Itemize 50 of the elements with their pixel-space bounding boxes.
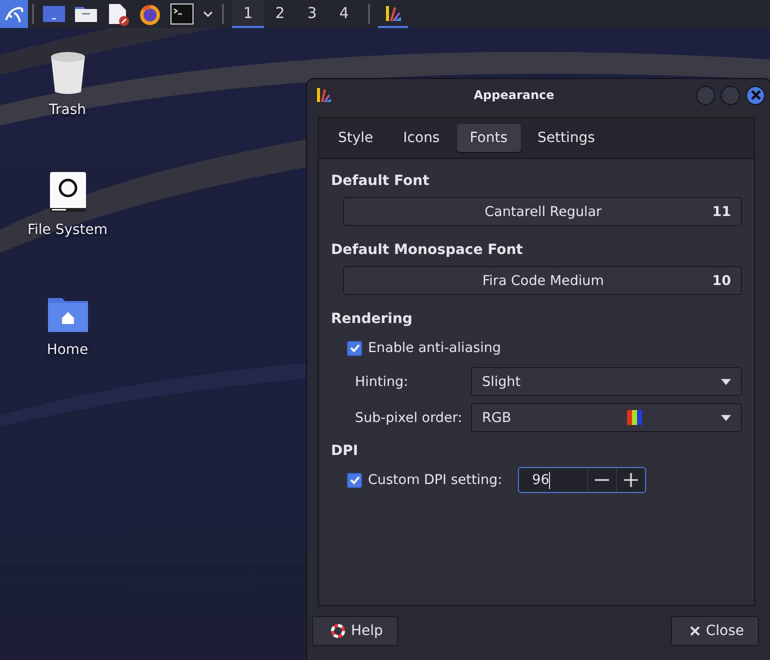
section-heading: Rendering [331,311,414,327]
icon-label[interactable]: Trash [49,102,86,118]
checkbox-label[interactable]: Custom DPI setting: [368,472,502,488]
dropdown-value: RGB [482,410,512,426]
font-size: 10 [712,272,731,288]
section-heading: Default Monospace Font [331,242,524,258]
caret-icon [721,414,731,420]
font-button[interactable]: Cantarell Regular 11 [343,197,742,226]
checkmark-icon [350,475,360,485]
font-button[interactable]: Fira Code Medium 10 [343,266,742,295]
workspace-button[interactable]: 2 [264,0,296,28]
font-name: Fira Code Medium [481,272,605,288]
window-title: Appearance [472,88,556,102]
palette-icon [384,4,402,22]
close-button[interactable]: Close [670,616,759,646]
checkmark-icon [350,343,360,353]
tab[interactable]: Icons [390,124,453,152]
plus-icon [624,473,638,487]
tab[interactable]: Style [325,124,386,152]
palette-icon [316,87,332,103]
checkbox-label[interactable]: Enable anti-aliasing [368,340,501,356]
font-name: Cantarell Regular [484,204,603,220]
terminal-icon[interactable] [170,2,194,26]
close-icon [690,626,700,636]
dropdown[interactable]: RGB [471,403,742,432]
tab[interactable]: Fonts [456,124,521,152]
tab[interactable]: Settings [524,124,608,152]
dropdown-value: Slight [482,374,522,390]
menu-button[interactable] [0,0,28,28]
workspace-button[interactable]: 1 [232,0,264,28]
dropdown[interactable]: Slight [471,367,742,396]
icon-label[interactable]: Home [46,342,88,358]
section-heading: DPI [331,443,360,459]
field-label: Sub-pixel order: [355,410,464,426]
section-heading: Default Font [331,173,430,189]
close-icon [750,90,760,100]
checkbox[interactable] [347,340,362,356]
workspace-button[interactable]: 4 [328,0,360,28]
lifebuoy-icon [331,624,345,638]
browser-icon[interactable] [138,2,162,26]
workspace-button[interactable]: 3 [296,0,328,28]
spin-field[interactable]: 96 [518,467,646,493]
help-button[interactable]: Help [312,616,398,646]
field-label: Hinting: [355,374,410,390]
font-size: 11 [712,204,731,220]
caret-icon [721,378,731,384]
document-icon[interactable] [106,2,130,26]
icon-label[interactable]: File System [27,222,108,238]
checkbox[interactable] [347,472,362,488]
close-button[interactable] [746,86,765,104]
